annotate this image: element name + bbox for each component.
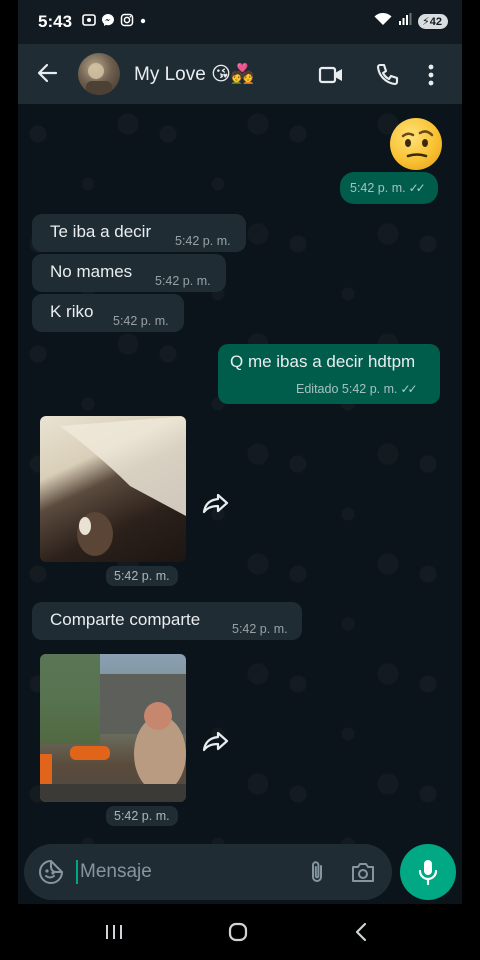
emoji-message[interactable] [390,118,442,170]
chat-header: My Love 😘💑 [18,44,462,104]
wifi-icon [374,12,392,31]
read-ticks-icon: ✓✓ [408,181,426,195]
attach-icon[interactable] [306,859,328,885]
avatar[interactable] [78,53,120,95]
back-icon[interactable] [350,920,374,944]
emoji-time-bubble: 5:42 p. m. ✓✓ [340,172,438,204]
system-nav-bar [18,904,462,960]
phone-icon[interactable] [374,62,400,88]
left-bezel [0,0,18,960]
sticker-icon[interactable] [38,859,64,885]
message-bubble[interactable]: K riko 5:42 p. m. [32,294,184,332]
mic-icon [418,860,438,886]
whatsapp-screen: 5:43 ⚡42 My Love 😘💑 5:42 p. m. ✓✓ Te iba… [18,0,462,960]
message-input[interactable]: Mensaje [80,861,152,883]
signal-icon [398,12,412,31]
messenger-icon [101,13,115,32]
message-bubble[interactable]: Te iba a decir 5:42 p. m. [32,214,246,252]
video-call-icon[interactable] [318,62,344,88]
forward-icon[interactable] [202,730,230,752]
video-thumbnail[interactable] [40,416,186,562]
text-caret [76,860,78,884]
read-ticks-icon: ✓✓ [400,382,417,396]
camera-icon[interactable] [350,860,376,884]
edited-label: Editado [296,382,339,396]
dot-icon [139,13,147,32]
recent-apps-icon[interactable] [102,920,126,944]
more-vert-icon[interactable] [424,62,438,88]
status-bar: 5:43 ⚡42 [18,0,462,44]
message-time: 5:42 p. m. [106,806,178,826]
contact-name[interactable]: My Love 😘💑 [134,62,255,86]
instagram-icon [120,13,134,32]
back-arrow-icon[interactable] [36,62,58,84]
forward-icon[interactable] [202,492,230,514]
message-time: 5:42 p. m. [106,566,178,586]
message-bubble[interactable]: Comparte comparte 5:42 p. m. [32,602,302,640]
status-time: 5:43 [38,12,73,31]
home-icon[interactable] [226,920,250,944]
message-bubble[interactable]: Q me ibas a decir hdtpm Editado 5:42 p. … [218,344,440,404]
message-bubble[interactable]: No mames 5:42 p. m. [32,254,226,292]
message-composer: Mensaje [24,844,392,900]
screen-record-icon [82,13,96,32]
name-emojis: 😘💑 [211,64,255,85]
battery-indicator: ⚡42 [418,14,448,29]
chat-area[interactable]: 5:42 p. m. ✓✓ Te iba a decir 5:42 p. m. N… [18,104,462,844]
video-thumbnail[interactable] [40,654,186,802]
mic-button[interactable] [400,844,456,900]
right-bezel [462,0,480,960]
